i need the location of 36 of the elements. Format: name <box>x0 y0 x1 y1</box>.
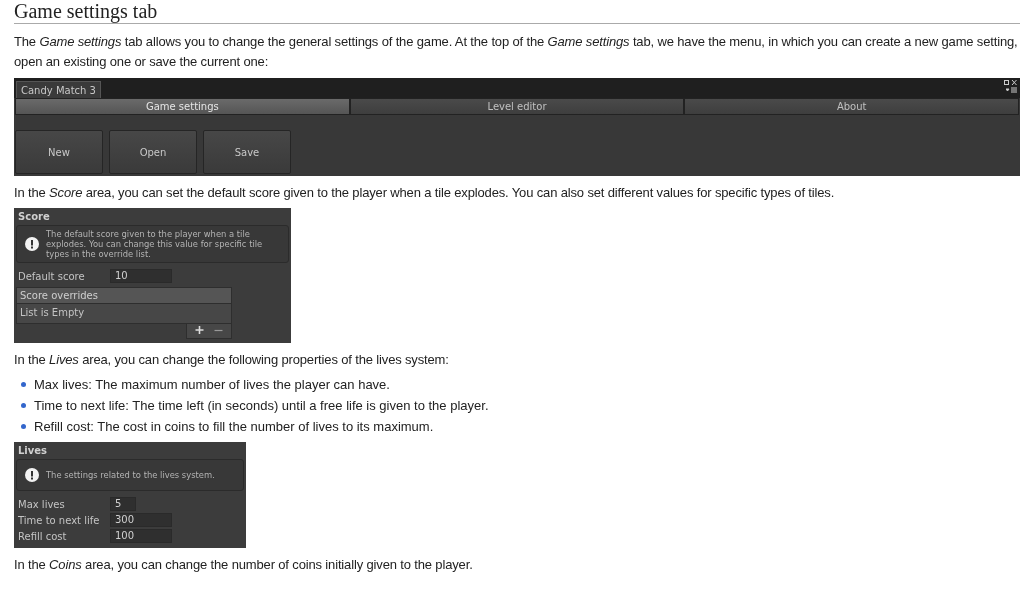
menu-icon[interactable] <box>1006 87 1017 93</box>
list-empty-text: List is Empty <box>16 304 232 324</box>
paragraph: In the Coins area, you can change the number of coins initially given to the player. <box>14 556 474 574</box>
list-item-text: Max lives: The maximum number of lives the player can have. <box>34 377 390 392</box>
info-text: The settings related to the lives system. <box>46 470 215 480</box>
list-header: Score overrides <box>16 287 232 304</box>
list-item-text: Time to next life: The time left (in seconds) until a free life is given to the player. <box>34 398 489 413</box>
maximize-icon[interactable] <box>1004 80 1017 86</box>
tab[interactable]: About <box>684 98 1019 115</box>
panel-title: Lives <box>17 444 49 458</box>
info-text: The default score given to the player when a tile explodes. You can change this value for specific tile types in the override list. <box>46 229 264 259</box>
bullet-icon <box>21 403 26 408</box>
paragraph: In the Score area, you can set the default score given to the player when a tile explodes. You can also set different values for specific types of tiles. <box>14 184 836 202</box>
menu-button[interactable]: New <box>15 130 103 174</box>
number-field[interactable]: 300 <box>110 513 172 527</box>
field-label: Refill cost <box>18 530 68 542</box>
panel-title: Score <box>17 210 51 224</box>
field-label: Time to next life <box>18 514 101 526</box>
warning-icon <box>25 237 39 251</box>
menu-button[interactable]: Save <box>203 130 291 174</box>
number-field[interactable]: 10 <box>110 269 172 283</box>
menu-button[interactable]: Open <box>109 130 197 174</box>
paragraph: The Game settings tab allows you to change the general settings of the game. At the top of the Game settings tab, we have the menu, in which you can create a new game setting, open an existing one or save the current one: <box>14 33 1019 71</box>
page-heading: Game settings tab <box>14 0 1020 24</box>
number-field[interactable]: 100 <box>110 529 172 543</box>
paragraph: In the Lives area, you can change the following properties of the lives system: <box>14 351 450 369</box>
bullet-icon <box>21 382 26 387</box>
number-field[interactable]: 5 <box>110 497 136 511</box>
add-icon[interactable] <box>195 326 204 335</box>
bullet-icon <box>21 424 26 429</box>
field-label: Default score <box>18 270 86 282</box>
tab[interactable]: Level editor <box>349 98 685 115</box>
field-label: Max lives <box>18 498 66 510</box>
tab[interactable]: Game settings <box>15 98 350 115</box>
warning-icon <box>25 468 39 482</box>
list-item-text: Refill cost: The cost in coins to fill the number of lives to its maximum. <box>34 419 434 434</box>
